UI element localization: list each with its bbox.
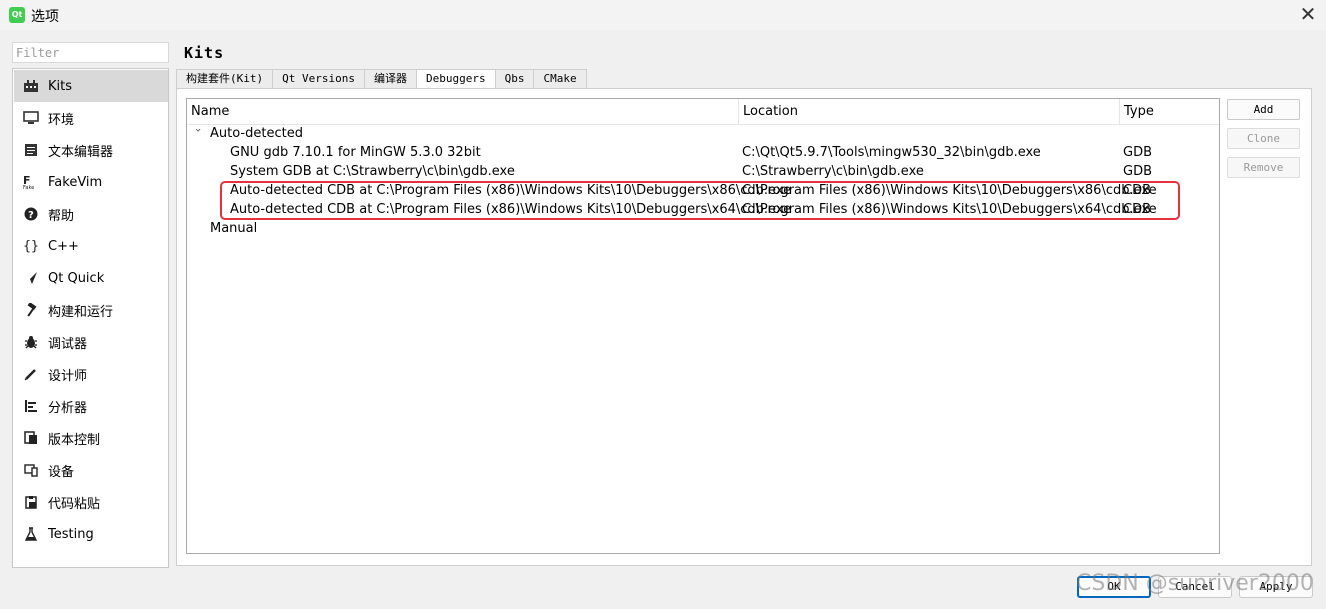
sidebar-item-label: 帮助	[48, 208, 75, 224]
clipboard-icon	[14, 495, 48, 509]
sidebar-item-label: 构建和运行	[48, 304, 114, 320]
svg-text:Fake: Fake	[23, 185, 34, 190]
table-row[interactable]: GNU gdb 7.10.1 for MinGW 5.3.0 32bit C:\…	[187, 143, 1219, 162]
remove-button[interactable]: Remove	[1227, 157, 1300, 178]
debugger-name: System GDB at C:\Strawberry\c\bin\gdb.ex…	[230, 164, 515, 179]
sidebar-item-fakevim[interactable]: F Fake FakeVim	[14, 166, 168, 198]
tree-group-auto-detected[interactable]: › Auto-detected	[187, 124, 1219, 143]
sidebar-item-designer[interactable]: 设计师	[14, 358, 168, 390]
highlight-box	[220, 181, 1180, 220]
chevron-down-icon[interactable]: ›	[189, 128, 208, 140]
sidebar-item-help[interactable]: ? 帮助	[14, 198, 168, 230]
sidebar-item-version-control[interactable]: 版本控制	[14, 422, 168, 454]
device-icon	[14, 463, 48, 477]
options-category-list: Kits 环境 文本编辑器 F Fake FakeVim ? 帮助 {} C++ …	[12, 68, 169, 568]
flask-icon	[14, 527, 48, 541]
table-row[interactable]: System GDB at C:\Strawberry\c\bin\gdb.ex…	[187, 162, 1219, 181]
column-header-name[interactable]: Name	[187, 99, 739, 125]
debugger-type: GDB	[1123, 145, 1153, 160]
bug-icon	[14, 335, 48, 349]
sidebar-item-label: Qt Quick	[48, 270, 105, 286]
pen-icon	[14, 367, 48, 381]
tab-debuggers[interactable]: Debuggers	[415, 69, 496, 89]
svg-text:?: ?	[28, 210, 34, 221]
debugger-location: C:\Qt\Qt5.9.7\Tools\mingw530_32\bin\gdb.…	[742, 145, 1041, 160]
sidebar-item-label: 调试器	[48, 336, 88, 352]
help-icon: ?	[14, 207, 48, 221]
sidebar-item-label: 文本编辑器	[48, 144, 114, 160]
debugger-name: GNU gdb 7.10.1 for MinGW 5.3.0 32bit	[230, 145, 481, 160]
add-button[interactable]: Add	[1227, 99, 1300, 120]
debuggers-tree[interactable]: Name Location Type › Auto-detected GNU g…	[186, 98, 1220, 554]
sidebar-item-cpp[interactable]: {} C++	[14, 230, 168, 262]
tab-compilers[interactable]: 编译器	[363, 69, 417, 88]
qtquick-icon	[14, 271, 48, 285]
version-control-icon	[14, 431, 48, 445]
analyzer-icon	[14, 399, 48, 413]
sidebar-item-build-run[interactable]: 构建和运行	[14, 294, 168, 326]
tab-qt-versions[interactable]: Qt Versions	[272, 69, 365, 88]
sidebar-item-code-paste[interactable]: 代码粘贴	[14, 486, 168, 518]
sidebar-item-testing[interactable]: Testing	[14, 518, 168, 550]
monitor-icon	[14, 111, 48, 125]
sidebar-item-label: 分析器	[48, 400, 88, 416]
group-label: Manual	[210, 221, 258, 236]
title-bar: Qt 选项 ✕	[0, 0, 1326, 30]
fakevim-icon: F Fake	[14, 174, 48, 190]
tab-qbs[interactable]: Qbs	[494, 69, 535, 88]
sidebar-item-kits[interactable]: Kits	[14, 70, 168, 102]
debugger-location: C:\Strawberry\c\bin\gdb.exe	[742, 164, 924, 179]
clone-button[interactable]: Clone	[1227, 128, 1300, 149]
sidebar-item-debugger[interactable]: 调试器	[14, 326, 168, 358]
sidebar-item-analyzer[interactable]: 分析器	[14, 390, 168, 422]
tree-group-manual[interactable]: Manual	[187, 219, 1219, 238]
sidebar-item-label: C++	[48, 238, 79, 254]
filter-input[interactable]	[12, 42, 169, 63]
sidebar-item-label: 环境	[48, 112, 75, 128]
sidebar-item-text-editor[interactable]: 文本编辑器	[14, 134, 168, 166]
sidebar-item-label: 代码粘贴	[48, 496, 101, 512]
hammer-icon	[14, 303, 48, 317]
group-label: Auto-detected	[210, 126, 303, 141]
tab-bar: 构建套件(Kit) Qt Versions 编译器 Debuggers Qbs …	[176, 69, 587, 89]
tab-cmake[interactable]: CMake	[533, 69, 587, 88]
sidebar-item-label: Kits	[48, 78, 73, 94]
debugger-type: GDB	[1123, 164, 1153, 179]
sidebar-item-devices[interactable]: 设备	[14, 454, 168, 486]
sidebar-item-label: 设备	[48, 464, 75, 480]
column-header-type[interactable]: Type	[1120, 99, 1219, 125]
sidebar-item-label: Testing	[48, 526, 94, 542]
close-icon[interactable]: ✕	[1296, 3, 1320, 27]
column-header-location[interactable]: Location	[739, 99, 1120, 125]
sidebar-item-label: 版本控制	[48, 432, 101, 448]
text-editor-icon	[14, 143, 48, 157]
braces-icon: {}	[23, 238, 39, 254]
tab-kits[interactable]: 构建套件(Kit)	[176, 69, 274, 88]
sidebar-item-environment[interactable]: 环境	[14, 102, 168, 134]
sidebar-item-label: 设计师	[48, 368, 88, 384]
sidebar-item-qt-quick[interactable]: Qt Quick	[14, 262, 168, 294]
kits-icon	[14, 79, 48, 93]
qt-app-icon: Qt	[9, 7, 25, 23]
window-title: 选项	[31, 9, 59, 25]
tree-header: Name Location Type	[187, 99, 1219, 125]
watermark: CSDN @sunriver2000	[1076, 571, 1314, 596]
sidebar-item-label: FakeVim	[48, 174, 103, 190]
page-title: Kits	[184, 44, 225, 62]
